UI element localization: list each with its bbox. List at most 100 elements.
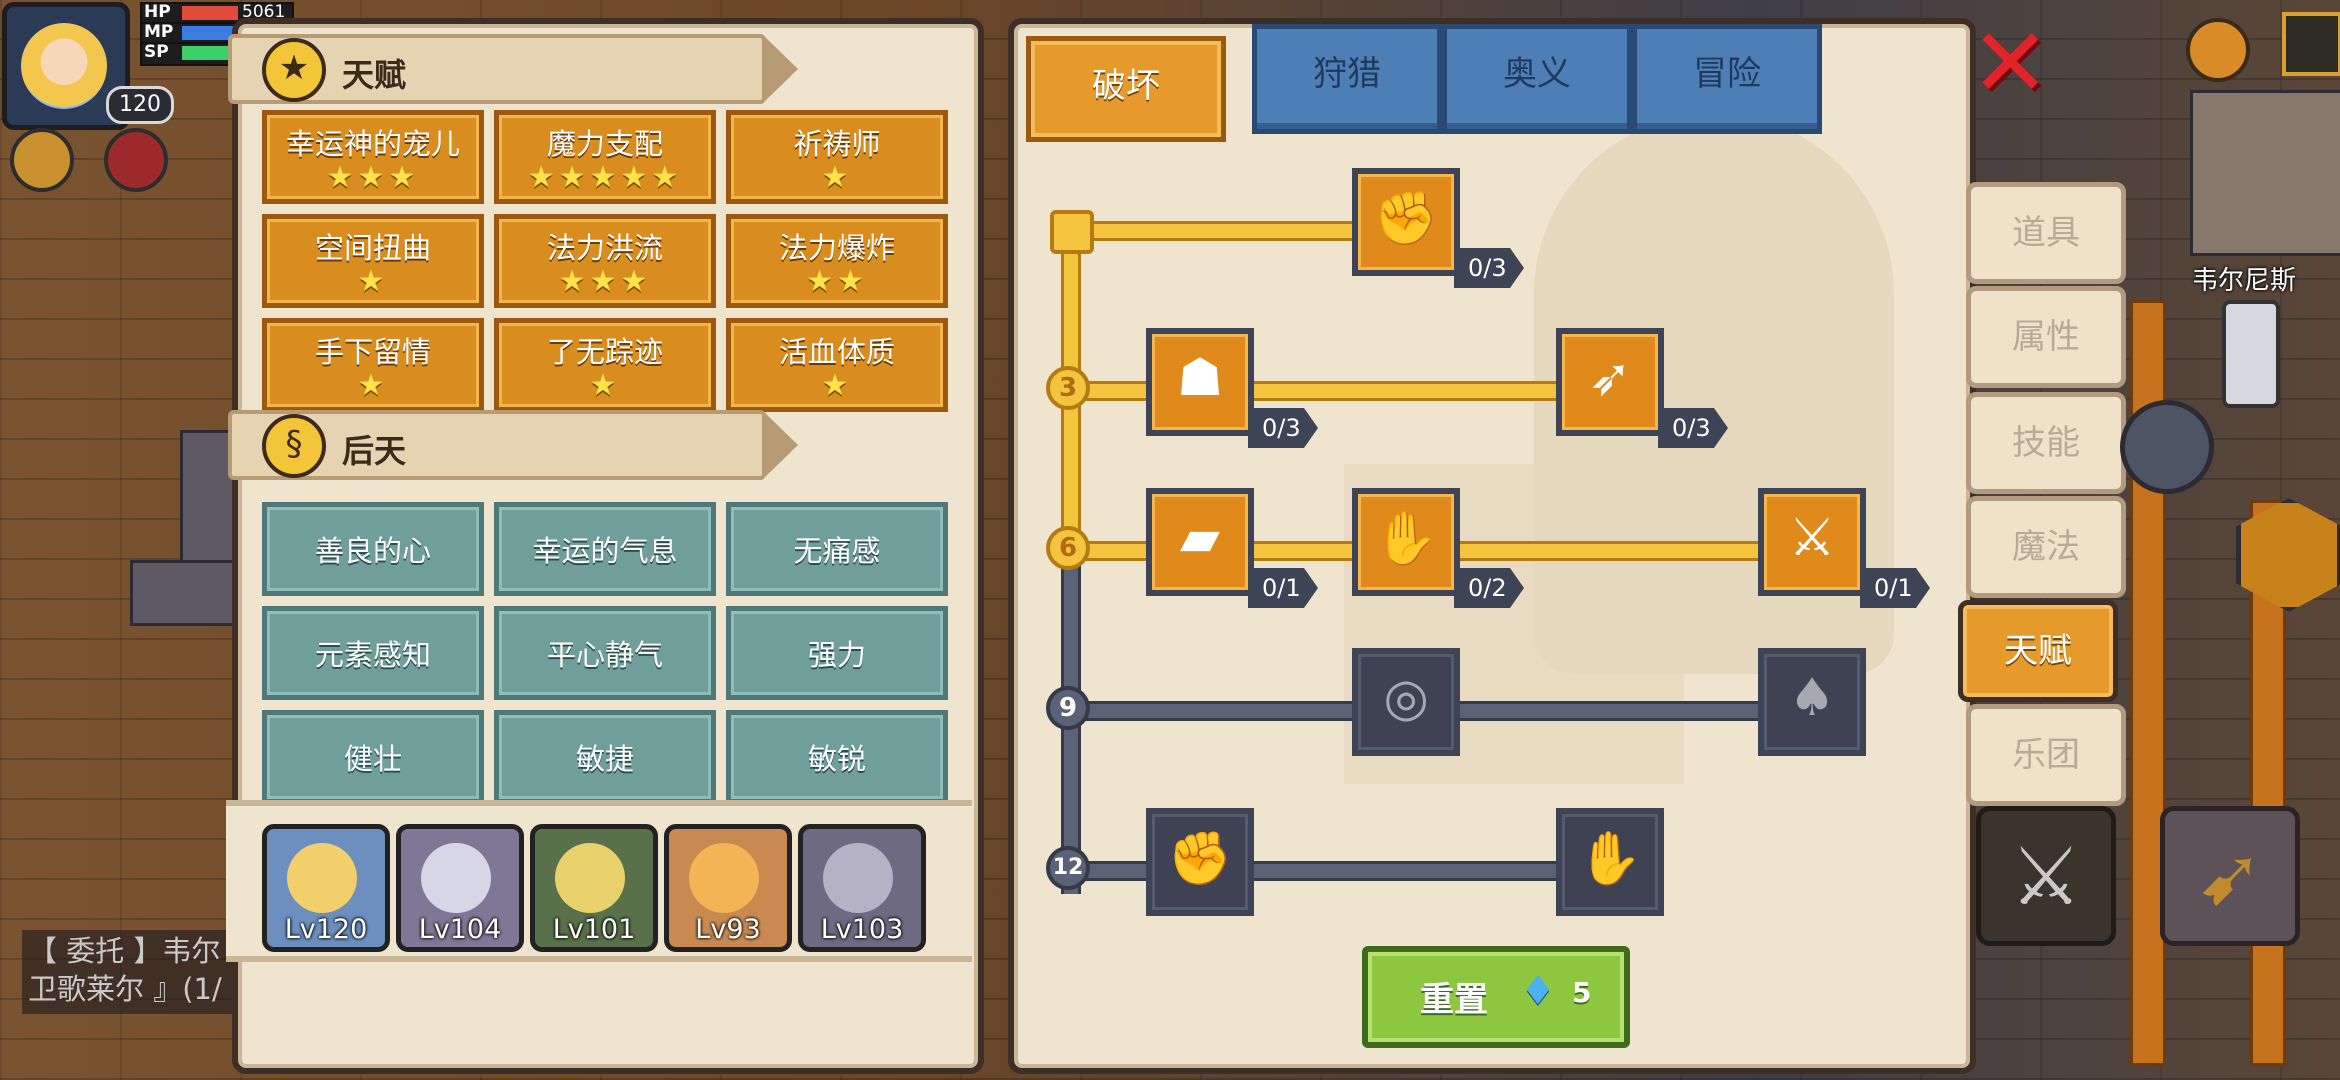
star-icon: ★ (262, 38, 326, 102)
acquired-talent[interactable]: 无痛感 (726, 502, 948, 596)
innate-talent[interactable]: 魔力支配 ★★★★★ (494, 110, 716, 204)
acquired-talent[interactable]: 敏捷 (494, 710, 716, 804)
punch-icon: ✋ (1373, 509, 1439, 569)
mp-label: MP (144, 22, 174, 42)
tab-adventure[interactable]: 冒险 (1632, 24, 1822, 134)
tab-hunting[interactable]: 狩猎 (1252, 24, 1442, 134)
map-location-label: 韦尔尼斯 (2192, 266, 2297, 296)
reset-cost: 5 (1572, 976, 1592, 1009)
slash-burst-icon: ⚔ (1788, 508, 1836, 568)
branch-tier-12 (1062, 861, 1562, 881)
globe-icon[interactable] (2186, 18, 2250, 82)
skill-punch[interactable]: ✋ (1352, 488, 1460, 596)
party-member[interactable]: Lv104 (396, 824, 524, 952)
skill-counter: 0/3 (1658, 408, 1728, 448)
skill-counter: 0/3 (1454, 248, 1524, 288)
exit-map-icon[interactable] (2282, 12, 2340, 76)
bat-icon: ♠ (1788, 668, 1836, 728)
sp-label: SP (144, 42, 169, 62)
card-strike-icon: ▰ (1180, 508, 1220, 568)
skill-slash-burst[interactable]: ⚔ (1758, 488, 1866, 596)
member-level: Lv103 (820, 914, 904, 945)
skill-fist-locked[interactable]: ✊ (1146, 808, 1254, 916)
acquired-talent[interactable]: 元素感知 (262, 606, 484, 700)
side-menu-magic[interactable]: 魔法 (1966, 496, 2126, 598)
tab-destruction[interactable]: 破坏 (1026, 36, 1226, 142)
side-menu-items[interactable]: 道具 (1966, 182, 2126, 284)
innate-talent[interactable]: 幸运神的宠儿 ★★★ (262, 110, 484, 204)
skill-counter: 0/1 (1248, 568, 1318, 608)
skill-arrow[interactable]: ➶ (1556, 328, 1664, 436)
side-menu-troupe[interactable]: 乐团 (1966, 704, 2126, 806)
side-menu-skills[interactable]: 技能 (1966, 392, 2126, 494)
skill-counter: 0/2 (1454, 568, 1524, 608)
member-level: Lv101 (552, 914, 636, 945)
acquired-section-title: 后天 (342, 432, 407, 470)
star-rating: ★★★★★ (527, 160, 683, 195)
party-member[interactable]: Lv120 (262, 824, 390, 952)
skill-card-strike[interactable]: ▰ (1146, 488, 1254, 596)
star-rating: ★ (357, 264, 389, 299)
muscle-body-icon: ☗ (1176, 348, 1224, 408)
bow-icon[interactable]: ➹ (2160, 806, 2300, 946)
innate-talent[interactable]: 祈祷师 ★ (726, 110, 948, 204)
innate-section-title: 天赋 (342, 56, 407, 94)
star-rating: ★★★ (558, 264, 652, 299)
star-rating: ★ (821, 160, 853, 195)
skill-vortex-locked[interactable]: ◎ (1352, 648, 1460, 756)
member-level: Lv104 (418, 914, 502, 945)
skill-muscle[interactable]: ☗ (1146, 328, 1254, 436)
innate-talent[interactable]: 活血体质 ★ (726, 318, 948, 412)
gauntlet-icon: ✋ (1577, 829, 1643, 889)
acquired-talent[interactable]: 强力 (726, 606, 948, 700)
arrow-pierce-icon: ➶ (1588, 348, 1632, 408)
swirl-icon: § (262, 414, 326, 478)
party-member[interactable]: Lv101 (530, 824, 658, 952)
skill-counter: 0/3 (1248, 408, 1318, 448)
skill-arm-wrestle[interactable]: ✊ (1352, 168, 1460, 276)
tier-node-12: 12 (1046, 846, 1090, 890)
innate-talent[interactable]: 手下留情 ★ (262, 318, 484, 412)
reset-label: 重置 (1420, 980, 1488, 1020)
tier-node-9: 9 (1046, 686, 1090, 730)
party-member[interactable]: Lv103 (798, 824, 926, 952)
member-level: Lv120 (284, 914, 368, 945)
world-statue (130, 560, 246, 626)
star-rating: ★ (821, 368, 853, 403)
innate-talent[interactable]: 了无踪迹 ★ (494, 318, 716, 412)
acquired-talent[interactable]: 幸运的气息 (494, 502, 716, 596)
acquired-talent[interactable]: 平心静气 (494, 606, 716, 700)
tab-mystery[interactable]: 奥义 (1442, 24, 1632, 134)
talent-tree-panel: 破坏 狩猎 奥义 冒险 3 6 9 12 ✊ 0/3 ☗ 0/3 ➶ 0/3 ▰… (1008, 18, 1976, 1074)
diamond-icon: ♦ (1520, 968, 1556, 1014)
arm-wrestle-icon: ✊ (1373, 189, 1439, 249)
side-menu-attributes[interactable]: 属性 (1966, 286, 2126, 388)
acquired-talent[interactable]: 敏锐 (726, 710, 948, 804)
player-level-badge: 120 (106, 86, 174, 124)
party-member-bar: Lv120 Lv104 Lv101 Lv93 Lv103 (226, 800, 972, 962)
tier-node-6: 6 (1046, 526, 1090, 570)
buff-wheat-icon[interactable] (10, 128, 74, 192)
side-menu-talent[interactable]: 天赋 (1958, 600, 2118, 702)
phone-icon[interactable] (2222, 300, 2280, 408)
skill-bat-locked[interactable]: ♠ (1758, 648, 1866, 756)
acquired-talent[interactable]: 善良的心 (262, 502, 484, 596)
innate-talent[interactable]: 法力洪流 ★★★ (494, 214, 716, 308)
innate-talent[interactable]: 法力爆炸 ★★ (726, 214, 948, 308)
member-level: Lv93 (695, 914, 761, 945)
acquired-talent[interactable]: 健壮 (262, 710, 484, 804)
compass-icon[interactable] (2120, 400, 2214, 494)
star-rating: ★★★ (326, 160, 420, 195)
hp-label: HP (144, 2, 171, 22)
skill-counter: 0/1 (1860, 568, 1930, 608)
skill-gauntlet-locked[interactable]: ✋ (1556, 808, 1664, 916)
tree-root-node (1050, 210, 1094, 254)
reset-button[interactable]: 重置 ♦ 5 (1362, 946, 1630, 1048)
sword-icon[interactable]: ⚔ (1976, 806, 2116, 946)
close-icon[interactable]: ✕ (1970, 15, 2050, 111)
innate-talent[interactable]: 空间扭曲 ★ (262, 214, 484, 308)
fist-icon: ✊ (1167, 829, 1233, 889)
buff-eagle-icon[interactable] (104, 128, 168, 192)
star-rating: ★★ (806, 264, 868, 299)
party-member[interactable]: Lv93 (664, 824, 792, 952)
